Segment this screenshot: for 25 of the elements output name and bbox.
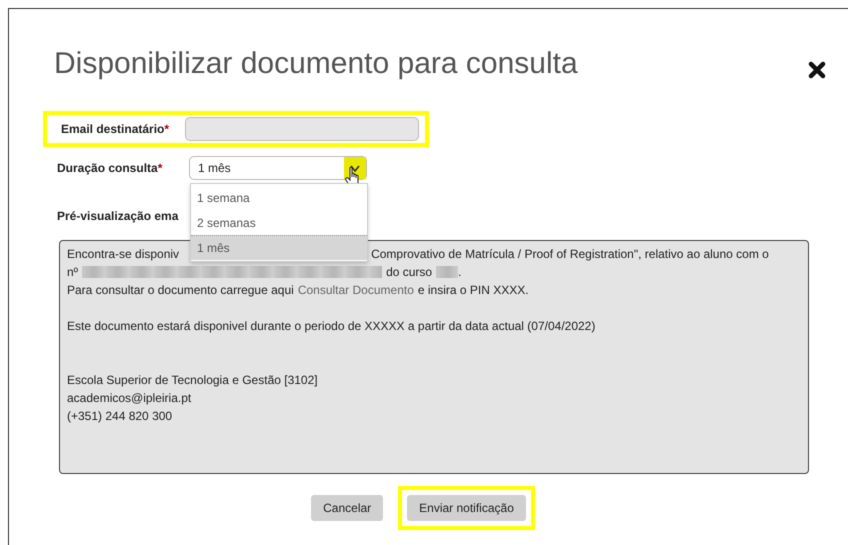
preview-text: Escola Superior de Tecnologia e Gestão [3102] xyxy=(67,372,318,389)
preview-text: Comprovativo de Matrícula / Proof of Registration", relativo ao aluno com o xyxy=(371,246,769,263)
dropdown-option[interactable]: 2 semanas xyxy=(191,210,367,235)
preview-text: . xyxy=(458,264,462,281)
preview-label: Pré-visualização ema xyxy=(57,208,178,225)
close-icon[interactable] xyxy=(808,61,826,79)
dialog-button[interactable]: Cancelar xyxy=(311,495,384,521)
preview-text: Encontra-se disponiv xyxy=(67,246,180,263)
dropdown-option[interactable]: 1 semana xyxy=(191,185,367,210)
chevron-down-icon xyxy=(350,164,360,172)
preview-text: Este documento estará disponivel durante o periodo de XXXXX a partir da data actual (07/04/2022) xyxy=(67,318,596,335)
dialog-title: Disponibilizar documento para consulta xyxy=(54,49,578,79)
field-label: Email destinatário* xyxy=(61,121,170,138)
dialog-button[interactable]: Enviar notificação xyxy=(407,495,526,521)
preview-text: do curso xyxy=(386,264,432,281)
field-label: Duração consulta* xyxy=(57,160,164,177)
document-link[interactable]: Consultar Documento xyxy=(298,281,414,299)
preview-text: Para consultar o documento carregue aqui xyxy=(67,282,294,299)
preview-text: (+351) 244 820 300 xyxy=(67,408,172,425)
preview-text: academicos@ipleiria.pt xyxy=(67,390,192,407)
preview-text: nº xyxy=(67,264,78,281)
email-input-field[interactable] xyxy=(185,117,419,141)
preview-text: e insira o PIN XXXX. xyxy=(418,282,529,299)
dropdown-option[interactable]: 1 mês xyxy=(191,235,367,260)
redacted-block xyxy=(436,266,458,278)
